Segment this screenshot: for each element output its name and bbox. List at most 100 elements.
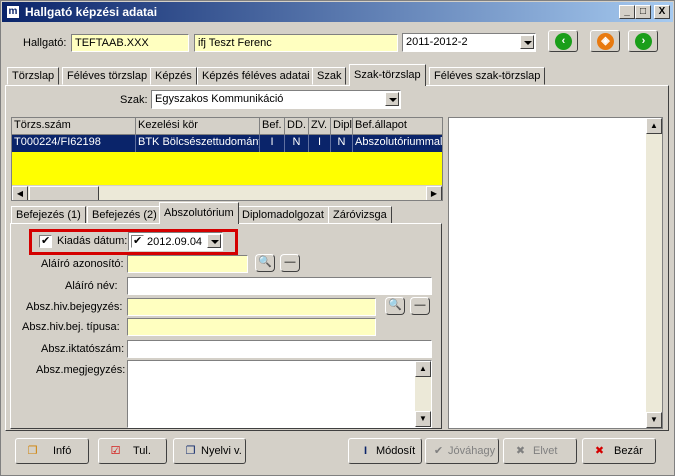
cell-torzsszam: T000224/FI62198 xyxy=(12,135,136,152)
issue-date-picker[interactable]: 2012.09.04 xyxy=(128,232,223,251)
tab-torzslap[interactable]: Törzslap xyxy=(7,67,60,85)
jovahagy-button-label: Jóváhagy xyxy=(448,445,496,457)
cell-dd: N xyxy=(285,135,309,152)
modosit-button-label: Módosít xyxy=(376,445,416,457)
chevron-down-icon[interactable] xyxy=(520,35,534,49)
minimize-button[interactable]: _ xyxy=(619,5,635,19)
checklist-icon: ☑ xyxy=(110,445,121,457)
home-button[interactable]: ◈ xyxy=(590,30,620,52)
tab-szak[interactable]: Szak xyxy=(312,67,347,85)
col-zv[interactable]: ZV. xyxy=(309,118,331,135)
cell-bef-allapot: Abszolutóriummal xyxy=(353,135,442,152)
szak-select[interactable]: Egyszakos Kommunikáció xyxy=(151,90,401,109)
szak-label: Szak: xyxy=(120,94,148,106)
tab-befejezes-1[interactable]: Befejezés (1) xyxy=(11,206,86,224)
tul-button-label: Tul. xyxy=(133,445,151,457)
tab-kepzes[interactable]: Képzés xyxy=(150,67,197,85)
issue-date-label: Kiadás dátum: xyxy=(57,235,128,247)
calendar-dropdown-icon[interactable] xyxy=(207,234,221,248)
scroll-up-icon[interactable]: ▲ xyxy=(646,118,662,134)
next-button[interactable]: › xyxy=(628,30,658,52)
info-button[interactable]: ❐ Infó xyxy=(15,438,89,464)
cell-kezelesi-kor: BTK Bölcsészettudomány xyxy=(136,135,260,152)
issue-date-checkbox[interactable] xyxy=(39,234,52,248)
signer-name-label: Aláíró név: xyxy=(65,280,118,292)
abs-note-label: Absz.megjegyzés: xyxy=(36,364,126,376)
tab-zarovizsga[interactable]: Záróvizsga xyxy=(328,206,392,224)
scroll-left-icon[interactable]: ◀ xyxy=(12,186,28,200)
prev-button[interactable]: ‹ xyxy=(548,30,578,52)
chevron-down-icon[interactable] xyxy=(385,92,399,106)
clear-icon[interactable]: — xyxy=(410,297,430,315)
tab-befejezes-2[interactable]: Befejezés (2) xyxy=(87,206,162,224)
col-torzsszam[interactable]: Törzs.szám xyxy=(12,118,136,135)
szak-grid: Törzs.szám Kezelési kör Bef. DD. ZV. Dip… xyxy=(11,117,443,201)
student-name-field[interactable]: ifj Teszt Ferenc xyxy=(194,34,398,52)
abs-ref-type-field[interactable] xyxy=(127,318,376,336)
elvet-button[interactable]: ✖ Elvet xyxy=(503,438,577,464)
szak-value: Egyszakos Kommunikáció xyxy=(155,93,284,105)
signer-id-field[interactable] xyxy=(127,255,248,273)
note-scrollbar[interactable]: ▲ ▼ xyxy=(415,361,431,427)
check-icon: ✔ xyxy=(433,445,444,457)
abs-ref-type-label: Absz.hiv.bej. típusa: xyxy=(22,321,120,333)
semester-value: 2011-2012-2 xyxy=(406,36,468,48)
bezar-button[interactable]: ✖ Bezár xyxy=(582,438,656,464)
student-label: Hallgató: xyxy=(23,37,67,49)
semester-select[interactable]: 2011-2012-2 xyxy=(402,33,536,52)
window-title: Hallgató képzési adatai xyxy=(25,5,158,19)
shield-icon: ◈ xyxy=(597,33,614,50)
horizontal-scrollbar[interactable]: ◀ ▶ xyxy=(12,185,442,200)
signer-name-field[interactable] xyxy=(127,277,432,295)
arrow-left-icon: ‹ xyxy=(555,33,572,50)
info-button-label: Infó xyxy=(53,445,72,457)
tab-abszolutorium[interactable]: Abszolutórium xyxy=(159,202,239,224)
scroll-right-icon[interactable]: ▶ xyxy=(426,186,442,200)
scroll-down-icon[interactable]: ▼ xyxy=(646,412,662,428)
scroll-up-icon[interactable]: ▲ xyxy=(415,361,431,377)
nyelvi-button[interactable]: ❐ Nyelvi v. xyxy=(173,438,246,464)
abs-ref-label: Absz.hiv.bejegyzés: xyxy=(26,301,123,313)
edit-cursor-icon: I xyxy=(363,445,368,457)
col-dd[interactable]: DD. xyxy=(285,118,309,135)
tab-kepzes-feleves[interactable]: Képzés féléves adatai xyxy=(197,67,315,85)
col-bef[interactable]: Bef. xyxy=(260,118,285,135)
scroll-down-icon[interactable]: ▼ xyxy=(415,411,431,427)
nyelvi-button-label: Nyelvi v. xyxy=(201,445,242,457)
clear-icon[interactable]: — xyxy=(280,254,300,272)
info-icon: ❐ xyxy=(27,445,38,457)
col-dipl[interactable]: Dipl xyxy=(331,118,353,135)
grid-empty-area xyxy=(12,152,442,185)
tab-feleves-szak-torzslap[interactable]: Féléves szak-törzslap xyxy=(429,67,546,85)
elvet-button-label: Elvet xyxy=(533,445,558,457)
app-icon: m xyxy=(6,5,20,19)
student-code-field[interactable]: TEFTAAB.XXX xyxy=(71,34,189,52)
tul-button[interactable]: ☑ Tul. xyxy=(98,438,167,464)
close-button[interactable]: X xyxy=(654,5,670,19)
maximize-button[interactable]: □ xyxy=(635,5,651,19)
bezar-button-label: Bezár xyxy=(614,445,643,457)
cell-zv: I xyxy=(309,135,331,152)
jovahagy-button[interactable]: ✔ Jóváhagy xyxy=(425,438,499,464)
window: m Hallgató képzési adatai _ □ X Hallgató… xyxy=(0,0,675,476)
col-kezelesi-kor[interactable]: Kezelési kör xyxy=(136,118,260,135)
title-bar: m Hallgató képzési adatai _ □ X xyxy=(2,2,673,22)
scroll-thumb[interactable] xyxy=(29,186,99,200)
tab-diplomadolgozat[interactable]: Diplomadolgozat xyxy=(237,206,329,224)
issue-date-value: 2012.09.04 xyxy=(147,236,203,248)
search-icon[interactable]: 🔍 xyxy=(385,297,405,315)
side-scrollbar[interactable]: ▲ ▼ xyxy=(646,118,662,428)
issue-date-enable-checkbox[interactable] xyxy=(131,234,144,248)
col-bef-allapot[interactable]: Bef.állapot xyxy=(353,118,442,135)
close-icon: ✖ xyxy=(594,445,605,457)
abs-file-label: Absz.iktatószám: xyxy=(41,343,125,355)
modosit-button[interactable]: I Módosít xyxy=(348,438,422,464)
tab-szak-torzslap[interactable]: Szak-törzslap xyxy=(349,64,426,86)
arrow-right-icon: › xyxy=(635,33,652,50)
abs-ref-field[interactable] xyxy=(127,298,376,316)
cell-dipl: N xyxy=(331,135,353,152)
abs-note-textarea[interactable]: ▲ ▼ xyxy=(127,360,432,428)
search-icon[interactable]: 🔍 xyxy=(255,254,275,272)
abs-file-field[interactable] xyxy=(127,340,432,358)
tab-feleves-torzslap[interactable]: Féléves törzslap xyxy=(62,67,153,85)
